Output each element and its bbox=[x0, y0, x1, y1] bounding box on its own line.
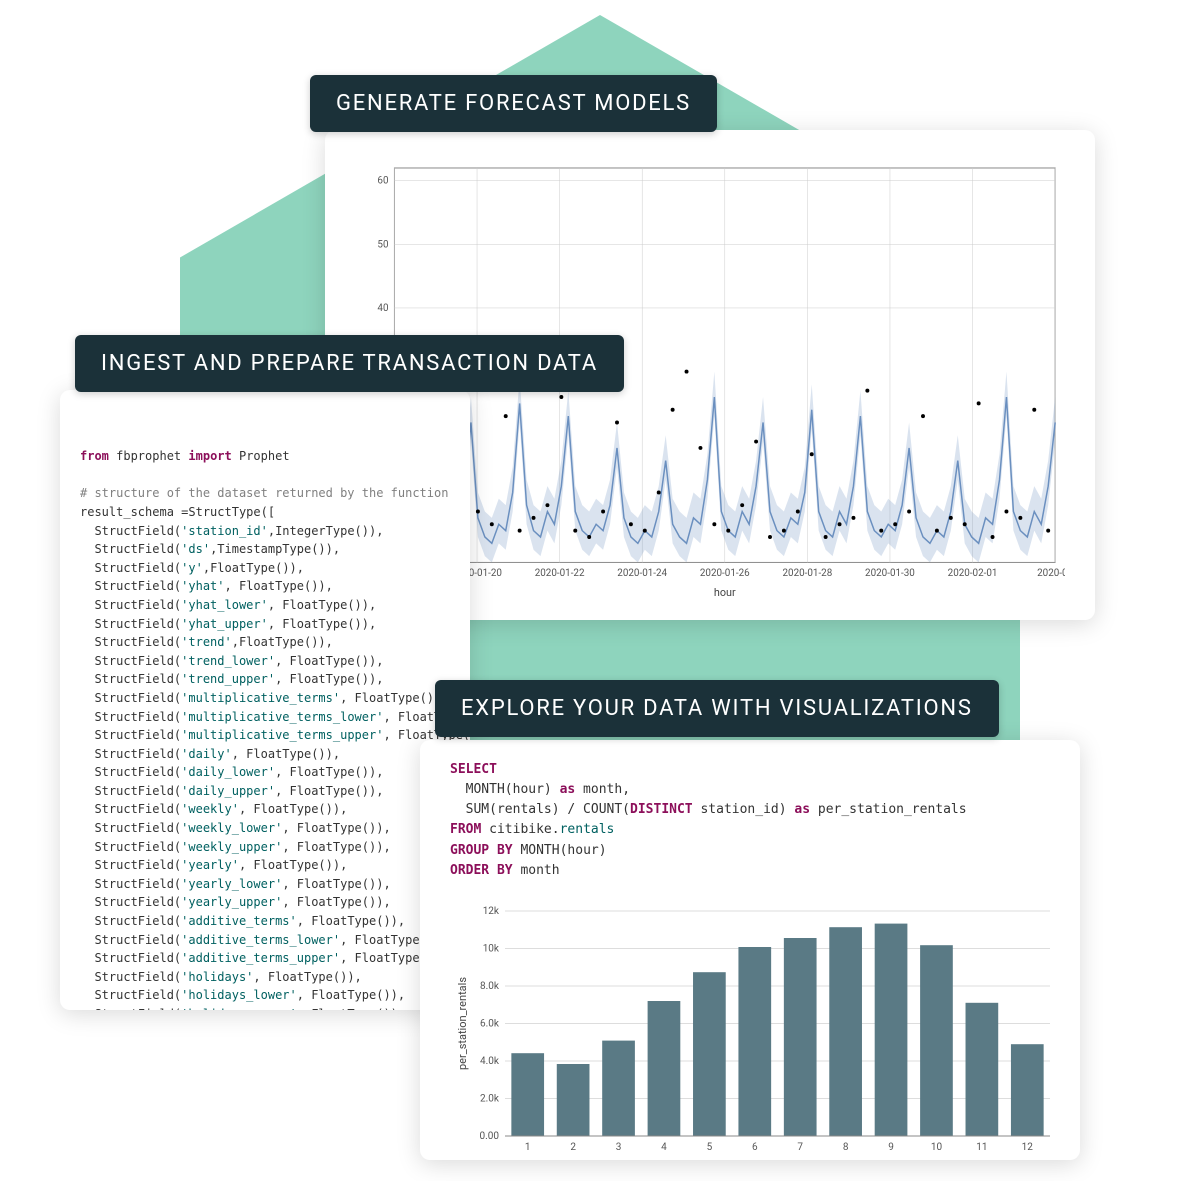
badge-ingest: INGEST AND PREPARE TRANSACTION DATA bbox=[75, 335, 624, 392]
svg-text:7: 7 bbox=[797, 1142, 803, 1153]
svg-text:11: 11 bbox=[976, 1142, 987, 1153]
svg-text:10: 10 bbox=[931, 1142, 943, 1153]
svg-text:per_station_rentals: per_station_rentals bbox=[456, 977, 469, 1070]
svg-text:2020-01-28: 2020-01-28 bbox=[782, 568, 832, 579]
svg-text:2: 2 bbox=[570, 1142, 576, 1153]
svg-text:8.0k: 8.0k bbox=[480, 981, 500, 992]
svg-text:2020-02-01: 2020-02-01 bbox=[948, 568, 998, 579]
svg-text:6: 6 bbox=[752, 1142, 758, 1153]
svg-text:hour: hour bbox=[714, 586, 736, 599]
badge-forecast: GENERATE FORECAST MODELS bbox=[310, 75, 717, 132]
svg-text:5: 5 bbox=[707, 1142, 713, 1153]
svg-text:2.0k: 2.0k bbox=[480, 1093, 500, 1104]
svg-text:4: 4 bbox=[661, 1142, 667, 1153]
bar-chart: 0.002.0k4.0k6.0k8.0k10k12k12345678910111… bbox=[450, 891, 1060, 1160]
svg-text:10k: 10k bbox=[483, 943, 500, 954]
svg-text:0.00: 0.00 bbox=[480, 1131, 500, 1142]
badge-explore: EXPLORE YOUR DATA WITH VISUALIZATIONS bbox=[435, 680, 999, 737]
svg-text:50: 50 bbox=[377, 239, 388, 250]
svg-text:12: 12 bbox=[1022, 1142, 1034, 1153]
svg-text:12k: 12k bbox=[483, 906, 500, 917]
svg-text:9: 9 bbox=[888, 1142, 894, 1153]
svg-text:3: 3 bbox=[616, 1142, 622, 1153]
svg-text:4.0k: 4.0k bbox=[480, 1056, 500, 1067]
svg-text:60: 60 bbox=[377, 176, 388, 187]
svg-text:2020-02: 2020-02 bbox=[1037, 568, 1065, 579]
svg-text:2020-01-26: 2020-01-26 bbox=[700, 568, 750, 579]
svg-text:8: 8 bbox=[843, 1142, 849, 1153]
ingest-code-block: from fbprophet import Prophet # structur… bbox=[80, 447, 460, 1010]
svg-text:1: 1 bbox=[525, 1142, 531, 1153]
svg-text:2020-01-30: 2020-01-30 bbox=[865, 568, 915, 579]
ingest-card: from fbprophet import Prophet # structur… bbox=[60, 390, 470, 1010]
svg-text:2020-01-24: 2020-01-24 bbox=[617, 568, 667, 579]
explore-card: SELECT MONTH(hour) as month, SUM(rentals… bbox=[420, 740, 1080, 1160]
svg-text:2020-01-22: 2020-01-22 bbox=[535, 568, 585, 579]
svg-text:40: 40 bbox=[377, 303, 388, 314]
svg-text:6.0k: 6.0k bbox=[480, 1018, 500, 1029]
sql-code-block: SELECT MONTH(hour) as month, SUM(rentals… bbox=[450, 760, 1060, 881]
